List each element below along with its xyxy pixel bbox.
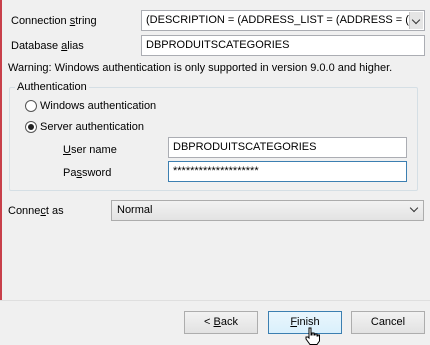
chevron-down-icon (409, 203, 419, 213)
password-label: Password (63, 167, 112, 179)
chevron-down-icon (411, 15, 421, 25)
radio-selected-dot (28, 124, 34, 130)
connect-as-select[interactable]: Normal (111, 200, 424, 221)
windows-auth-radio[interactable] (25, 100, 37, 112)
cancel-button[interactable]: Cancel (351, 311, 425, 334)
server-auth-radio[interactable] (25, 121, 37, 133)
authentication-group-title: Authentication (15, 80, 89, 94)
database-alias-label: Database alias (11, 40, 84, 52)
connection-string-label: Connection string (11, 15, 97, 27)
footer-separator (0, 300, 430, 301)
connection-string-value: (DESCRIPTION = (ADDRESS_LIST = (ADDRESS … (146, 14, 409, 26)
warning-text: Warning: Windows authentication is only … (8, 62, 393, 74)
back-button[interactable]: < Back (184, 311, 258, 334)
password-input[interactable]: ******************** (168, 161, 407, 182)
connection-string-dropdown-button[interactable] (409, 12, 423, 29)
side-marker (0, 0, 2, 300)
server-auth-label[interactable]: Server authentication (40, 120, 144, 134)
hand-pointer-icon (305, 327, 320, 345)
connect-as-value: Normal (117, 204, 153, 216)
connect-as-label: Connect as (8, 205, 64, 217)
windows-auth-label[interactable]: Windows authentication (40, 99, 156, 113)
database-alias-input[interactable]: DBPRODUITSCATEGORIES (141, 35, 425, 56)
username-label: User name (63, 144, 117, 156)
connection-string-dropdown[interactable]: (DESCRIPTION = (ADDRESS_LIST = (ADDRESS … (141, 10, 425, 31)
username-input[interactable]: DBPRODUITSCATEGORIES (168, 137, 407, 158)
